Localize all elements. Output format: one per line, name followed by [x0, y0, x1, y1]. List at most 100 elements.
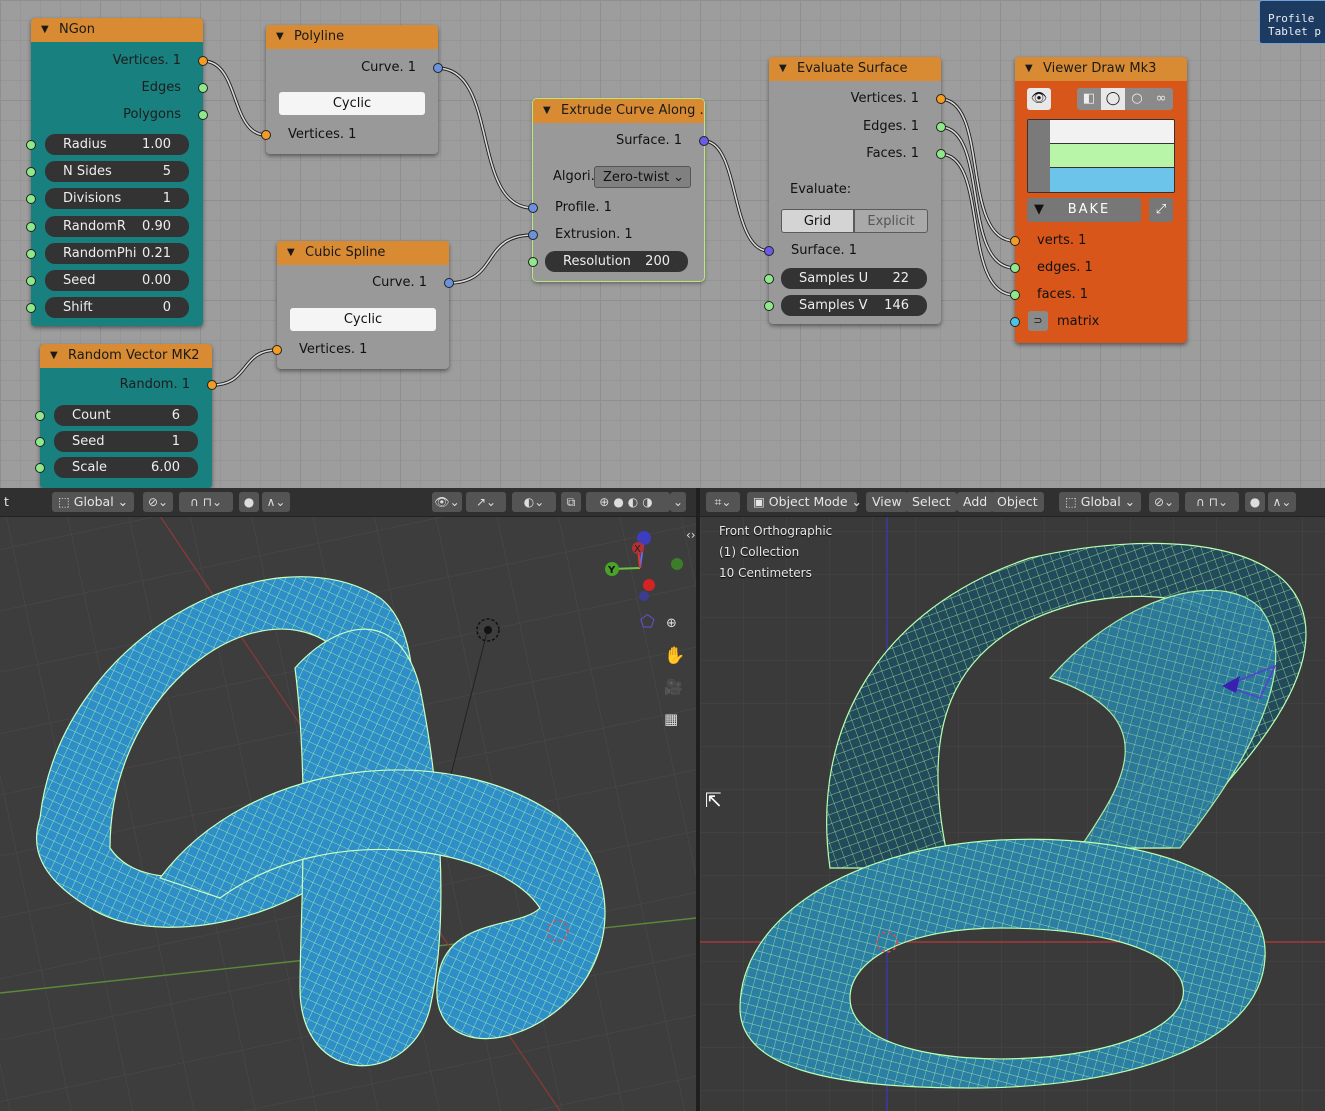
select-menu[interactable]: Select — [906, 492, 957, 512]
node-header[interactable]: ▼ NGon — [31, 18, 203, 42]
truncated-menu[interactable]: t — [0, 492, 15, 512]
collapse-triangle-icon[interactable]: ▼ — [276, 25, 284, 49]
divisions-field[interactable]: Divisions 1 — [45, 188, 189, 209]
circle-icon[interactable]: ○ — [1125, 88, 1149, 110]
output-socket[interactable] — [198, 83, 208, 93]
samples-v-field[interactable]: Samples V 146 — [781, 295, 927, 316]
node-header[interactable]: ▼ Cubic Spline — [277, 241, 449, 265]
input-socket[interactable] — [1010, 317, 1020, 327]
algorithm-dropdown[interactable]: Zero-twist ⌄ — [594, 166, 691, 188]
output-socket[interactable] — [936, 94, 946, 104]
view-menu[interactable]: View — [866, 492, 908, 512]
output-socket[interactable] — [198, 56, 208, 66]
input-socket[interactable] — [26, 249, 36, 259]
input-socket[interactable] — [26, 167, 36, 177]
add-menu[interactable]: Add — [957, 492, 994, 512]
random-phi-field[interactable]: RandomPhi 0.21 — [45, 243, 189, 264]
cube-icon[interactable]: ◧ — [1077, 88, 1101, 110]
collapse-triangle-icon[interactable]: ▼ — [779, 57, 787, 81]
cubic-spline-node[interactable]: ▼ Cubic Spline Curve. 1 Cyclic Vertices. … — [272, 241, 454, 369]
proportional-edit-icon[interactable]: ● — [239, 492, 259, 512]
input-socket[interactable] — [272, 345, 282, 355]
navigation-gizmo[interactable]: X Y — [600, 528, 690, 618]
radius-field[interactable]: Radius 1.00 — [45, 134, 189, 155]
node-header[interactable]: ▼ Viewer Draw Mk3 — [1015, 57, 1187, 81]
input-socket[interactable] — [764, 301, 774, 311]
collapse-triangle-icon[interactable]: ▼ — [287, 241, 295, 265]
samples-u-field[interactable]: Samples U 22 — [781, 268, 927, 289]
node-editor[interactable]: ▼ NGon Vertices. 1 Edges Polygons Radius 1… — [0, 0, 1325, 488]
camera-view-icon[interactable]: ⬠ — [640, 612, 655, 632]
input-socket[interactable] — [1010, 290, 1020, 300]
input-socket[interactable] — [1010, 263, 1020, 273]
input-socket[interactable] — [764, 274, 774, 284]
node-header[interactable]: ▼ Evaluate Surface — [769, 57, 941, 81]
input-socket[interactable] — [35, 411, 45, 421]
input-socket[interactable] — [1010, 236, 1020, 246]
pivot-icon[interactable]: ⊘⌄ — [1149, 492, 1179, 512]
shading-modes-icon[interactable]: ⊕●◐◑ — [586, 492, 670, 512]
falloff-icon[interactable]: ∧⌄ — [262, 492, 290, 512]
output-socket[interactable] — [207, 380, 217, 390]
output-socket[interactable] — [433, 63, 443, 73]
snap-icon[interactable]: ∩ ⊓⌄ — [1185, 492, 1239, 512]
xray-icon[interactable]: ⧉ — [561, 492, 581, 512]
output-socket[interactable] — [936, 149, 946, 159]
grid-mode-button[interactable]: Grid — [781, 209, 854, 233]
edge-color-swatch[interactable] — [1050, 144, 1174, 168]
input-socket[interactable] — [26, 276, 36, 286]
node-header[interactable]: ▼ Random Vector MK2 — [40, 344, 212, 368]
mode-dropdown[interactable]: ▣ Object Mode ⌄ — [747, 492, 862, 512]
cyclic-toggle[interactable]: Cyclic — [279, 92, 425, 115]
seed-field[interactable]: Seed 0.00 — [45, 270, 189, 291]
node-header[interactable]: ▼ Extrude Curve Along .. — [533, 99, 704, 123]
falloff-icon[interactable]: ∧⌄ — [1268, 492, 1296, 512]
input-socket[interactable] — [764, 246, 774, 256]
face-color-swatch[interactable] — [1050, 168, 1174, 192]
zoom-icon[interactable]: ⊕ — [666, 616, 677, 631]
output-socket[interactable] — [936, 122, 946, 132]
viewport-perspective[interactable]: X Y ⬠ ⊕ ✋ 🎥 ▦ ‹› t ⬚ Global ⌄ ⊘⌄ ∩ ⊓⌄ ● … — [0, 488, 696, 1111]
split-handle-icon[interactable]: ‹› — [686, 528, 696, 542]
evaluate-surface-node[interactable]: ▼ Evaluate Surface Vertices. 1 Edges. 1 F… — [764, 57, 946, 324]
pan-hand-icon[interactable]: ✋ — [664, 646, 685, 666]
fullscreen-icon[interactable]: ⤢ — [1149, 198, 1173, 222]
output-socket[interactable] — [699, 136, 709, 146]
input-socket[interactable] — [26, 222, 36, 232]
ring-icon[interactable]: ◯ — [1101, 88, 1125, 110]
seed-field[interactable]: Seed 1 — [54, 431, 198, 452]
input-socket[interactable] — [26, 140, 36, 150]
viewport-front-ortho[interactable]: Front Orthographic (1) Collection 10 Cen… — [700, 488, 1325, 1111]
count-field[interactable]: Count 6 — [54, 405, 198, 426]
object-menu[interactable]: Object — [991, 492, 1044, 512]
eye-icon[interactable]: 👁 — [1027, 88, 1051, 110]
input-socket[interactable] — [528, 257, 538, 267]
shift-field[interactable]: Shift 0 — [45, 297, 189, 318]
link-icon[interactable]: ∞ — [1149, 88, 1173, 110]
resolution-field[interactable]: Resolution 200 — [545, 251, 688, 272]
input-socket[interactable] — [35, 463, 45, 473]
transform-orientation-dropdown[interactable]: ⬚ Global ⌄ — [1059, 492, 1141, 512]
input-socket[interactable] — [528, 203, 538, 213]
matrix-icon[interactable]: ⊃ — [1028, 311, 1048, 331]
output-socket[interactable] — [444, 278, 454, 288]
cyclic-toggle[interactable]: Cyclic — [290, 308, 436, 331]
visibility-icon[interactable]: 👁⌄ — [432, 492, 462, 512]
output-socket[interactable] — [198, 110, 208, 120]
collapse-triangle-icon[interactable]: ▼ — [1025, 57, 1033, 81]
overlays-icon[interactable]: ◐⌄ — [512, 492, 556, 512]
input-socket[interactable] — [26, 303, 36, 313]
bake-button[interactable]: ▼ BAKE — [1027, 198, 1141, 222]
vertex-color-swatch[interactable] — [1050, 120, 1174, 144]
collapse-triangle-icon[interactable]: ▼ — [543, 99, 551, 123]
shading-dropdown-icon[interactable]: ⌄ — [670, 492, 686, 512]
camera-icon[interactable]: 🎥 — [664, 678, 683, 696]
random-vector-node[interactable]: ▼ Random Vector MK2 Random. 1 Count 6 Seed… — [35, 344, 217, 488]
gizmo-toggle-icon[interactable]: ↗⌄ — [466, 492, 506, 512]
collapse-triangle-icon[interactable]: ▼ — [41, 18, 49, 42]
proportional-edit-icon[interactable]: ● — [1245, 492, 1265, 512]
random-r-field[interactable]: RandomR 0.90 — [45, 216, 189, 237]
n-sides-field[interactable]: N Sides 5 — [45, 161, 189, 182]
ngon-node[interactable]: ▼ NGon Vertices. 1 Edges Polygons Radius 1… — [26, 18, 208, 326]
input-socket[interactable] — [26, 194, 36, 204]
